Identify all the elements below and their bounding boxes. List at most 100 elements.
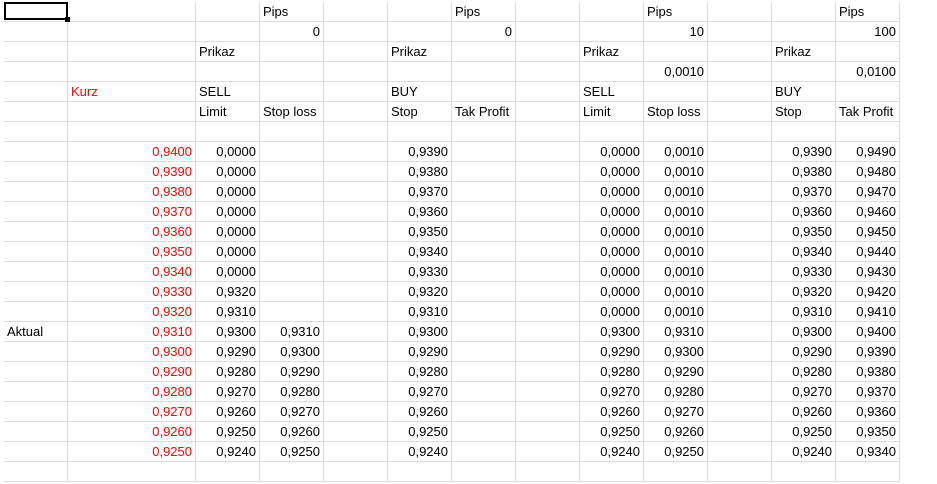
cell-r2-c12[interactable] bbox=[772, 22, 836, 42]
cell-r19-c10[interactable]: 0,9290 bbox=[644, 362, 708, 382]
cell-r8-c13[interactable]: 0,9490 bbox=[836, 142, 900, 162]
cell-r20-c3[interactable]: 0,9270 bbox=[196, 382, 260, 402]
cell-r4-c8[interactable] bbox=[516, 62, 580, 82]
cell-r23-c9[interactable]: 0,9240 bbox=[580, 442, 644, 462]
cell-r5-c6[interactable]: BUY bbox=[388, 82, 452, 102]
cell-r1-c3[interactable] bbox=[196, 2, 260, 22]
cell-r19-c2[interactable]: 0,9290 bbox=[68, 362, 196, 382]
cell-r7-c4[interactable] bbox=[260, 122, 324, 142]
cell-r10-c7[interactable] bbox=[452, 182, 516, 202]
cell-r7-c2[interactable] bbox=[68, 122, 196, 142]
cell-r22-c4[interactable]: 0,9260 bbox=[260, 422, 324, 442]
cell-r13-c5[interactable] bbox=[324, 242, 388, 262]
cell-r6-c6[interactable]: Stop bbox=[388, 102, 452, 122]
cell-r10-c3[interactable]: 0,0000 bbox=[196, 182, 260, 202]
cell-r6-c10[interactable]: Stop loss bbox=[644, 102, 708, 122]
cell-r18-c6[interactable]: 0,9290 bbox=[388, 342, 452, 362]
cell-r14-c9[interactable]: 0,0000 bbox=[580, 262, 644, 282]
cell-r18-c3[interactable]: 0,9290 bbox=[196, 342, 260, 362]
cell-r5-c12[interactable]: BUY bbox=[772, 82, 836, 102]
cell-r5-c13[interactable] bbox=[836, 82, 900, 102]
cell-r18-c13[interactable]: 0,9390 bbox=[836, 342, 900, 362]
cell-r6-c2[interactable] bbox=[68, 102, 196, 122]
cell-r9-c7[interactable] bbox=[452, 162, 516, 182]
cell-r19-c4[interactable]: 0,9290 bbox=[260, 362, 324, 382]
cell-r19-c3[interactable]: 0,9280 bbox=[196, 362, 260, 382]
cell-r20-c4[interactable]: 0,9280 bbox=[260, 382, 324, 402]
cell-r5-c3[interactable]: SELL bbox=[196, 82, 260, 102]
cell-r22-c8[interactable] bbox=[516, 422, 580, 442]
cell-r10-c12[interactable]: 0,9370 bbox=[772, 182, 836, 202]
cell-r24-c3[interactable] bbox=[196, 462, 260, 482]
cell-r18-c7[interactable] bbox=[452, 342, 516, 362]
cell-r21-c2[interactable]: 0,9270 bbox=[68, 402, 196, 422]
cell-r1-c10[interactable]: Pips bbox=[644, 2, 708, 22]
cell-r24-c4[interactable] bbox=[260, 462, 324, 482]
cell-r8-c5[interactable] bbox=[324, 142, 388, 162]
cell-r17-c10[interactable]: 0,9310 bbox=[644, 322, 708, 342]
cell-r10-c1[interactable] bbox=[4, 182, 68, 202]
cell-r9-c6[interactable]: 0,9380 bbox=[388, 162, 452, 182]
cell-r20-c10[interactable]: 0,9280 bbox=[644, 382, 708, 402]
cell-r17-c8[interactable] bbox=[516, 322, 580, 342]
cell-r24-c10[interactable] bbox=[644, 462, 708, 482]
cell-r22-c7[interactable] bbox=[452, 422, 516, 442]
cell-r16-c10[interactable]: 0,0010 bbox=[644, 302, 708, 322]
cell-r12-c11[interactable] bbox=[708, 222, 772, 242]
cell-r8-c10[interactable]: 0,0010 bbox=[644, 142, 708, 162]
cell-r11-c8[interactable] bbox=[516, 202, 580, 222]
cell-r8-c4[interactable] bbox=[260, 142, 324, 162]
cell-r18-c11[interactable] bbox=[708, 342, 772, 362]
cell-r12-c6[interactable]: 0,9350 bbox=[388, 222, 452, 242]
cell-r16-c1[interactable] bbox=[4, 302, 68, 322]
cell-r8-c3[interactable]: 0,0000 bbox=[196, 142, 260, 162]
cell-r13-c7[interactable] bbox=[452, 242, 516, 262]
cell-r12-c10[interactable]: 0,0010 bbox=[644, 222, 708, 242]
cell-r7-c3[interactable] bbox=[196, 122, 260, 142]
cell-r3-c10[interactable] bbox=[644, 42, 708, 62]
cell-r2-c1[interactable] bbox=[4, 22, 68, 42]
cell-r2-c3[interactable] bbox=[196, 22, 260, 42]
cell-r18-c2[interactable]: 0,9300 bbox=[68, 342, 196, 362]
cell-r1-c8[interactable] bbox=[516, 2, 580, 22]
cell-r7-c11[interactable] bbox=[708, 122, 772, 142]
cell-r15-c1[interactable] bbox=[4, 282, 68, 302]
cell-r20-c2[interactable]: 0,9280 bbox=[68, 382, 196, 402]
cell-r7-c12[interactable] bbox=[772, 122, 836, 142]
cell-r15-c12[interactable]: 0,9320 bbox=[772, 282, 836, 302]
cell-r9-c4[interactable] bbox=[260, 162, 324, 182]
cell-r13-c11[interactable] bbox=[708, 242, 772, 262]
cell-r17-c11[interactable] bbox=[708, 322, 772, 342]
cell-r14-c10[interactable]: 0,0010 bbox=[644, 262, 708, 282]
cell-r11-c12[interactable]: 0,9360 bbox=[772, 202, 836, 222]
cell-r21-c4[interactable]: 0,9270 bbox=[260, 402, 324, 422]
cell-r23-c4[interactable]: 0,9250 bbox=[260, 442, 324, 462]
cell-r20-c12[interactable]: 0,9270 bbox=[772, 382, 836, 402]
cell-r14-c1[interactable] bbox=[4, 262, 68, 282]
cell-r8-c12[interactable]: 0,9390 bbox=[772, 142, 836, 162]
cell-r22-c12[interactable]: 0,9250 bbox=[772, 422, 836, 442]
cell-r16-c5[interactable] bbox=[324, 302, 388, 322]
cell-r23-c2[interactable]: 0,9250 bbox=[68, 442, 196, 462]
cell-r6-c5[interactable] bbox=[324, 102, 388, 122]
cell-r8-c8[interactable] bbox=[516, 142, 580, 162]
cell-r15-c4[interactable] bbox=[260, 282, 324, 302]
cell-r16-c8[interactable] bbox=[516, 302, 580, 322]
cell-r23-c11[interactable] bbox=[708, 442, 772, 462]
cell-r24-c7[interactable] bbox=[452, 462, 516, 482]
cell-r14-c13[interactable]: 0,9430 bbox=[836, 262, 900, 282]
cell-r23-c1[interactable] bbox=[4, 442, 68, 462]
cell-r3-c5[interactable] bbox=[324, 42, 388, 62]
cell-r1-c4[interactable]: Pips bbox=[260, 2, 324, 22]
cell-r18-c1[interactable] bbox=[4, 342, 68, 362]
cell-r22-c6[interactable]: 0,9250 bbox=[388, 422, 452, 442]
cell-r20-c5[interactable] bbox=[324, 382, 388, 402]
cell-r16-c12[interactable]: 0,9310 bbox=[772, 302, 836, 322]
cell-r11-c6[interactable]: 0,9360 bbox=[388, 202, 452, 222]
cell-r2-c11[interactable] bbox=[708, 22, 772, 42]
cell-r20-c9[interactable]: 0,9270 bbox=[580, 382, 644, 402]
cell-r7-c6[interactable] bbox=[388, 122, 452, 142]
cell-r9-c2[interactable]: 0,9390 bbox=[68, 162, 196, 182]
cell-r2-c4[interactable]: 0 bbox=[260, 22, 324, 42]
cell-r4-c5[interactable] bbox=[324, 62, 388, 82]
